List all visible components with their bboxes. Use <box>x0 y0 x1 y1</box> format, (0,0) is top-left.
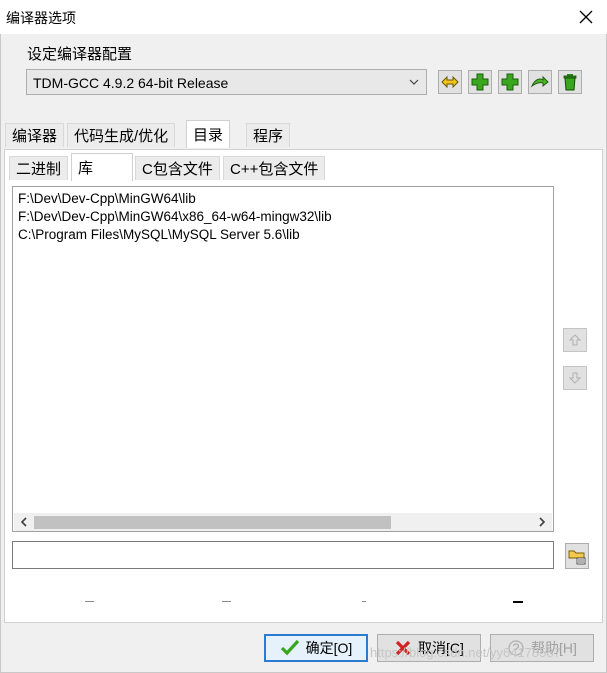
plus-icon <box>471 73 489 91</box>
subtab-c-includes[interactable]: C包含文件 <box>135 156 220 180</box>
subtab-label: C++包含文件 <box>230 161 319 178</box>
import-config-button[interactable] <box>528 70 552 94</box>
replace-button[interactable] <box>85 601 94 602</box>
copy-config-button[interactable] <box>498 70 522 94</box>
rename-icon <box>441 75 459 89</box>
watermark: https://blog.csdn.net/yy64178587 <box>370 645 561 660</box>
ok-label: 确定[O] <box>305 640 353 656</box>
tab-directories[interactable]: 目录 <box>186 120 231 148</box>
compiler-config-select[interactable]: TDM-GCC 4.9.2 64-bit Release <box>26 69 427 95</box>
subtab-label: C包含文件 <box>142 161 213 178</box>
move-down-button[interactable] <box>563 366 587 390</box>
horizontal-scrollbar[interactable] <box>14 513 552 531</box>
check-icon <box>280 639 299 656</box>
add-button[interactable] <box>222 601 231 602</box>
compiler-config-value: TDM-GCC 4.9.2 64-bit Release <box>33 75 229 91</box>
subtab-libraries[interactable]: 库 <box>71 153 133 181</box>
delete-invalid-button[interactable] <box>513 601 523 603</box>
scroll-left-icon[interactable] <box>20 517 28 527</box>
path-input[interactable] <box>12 541 554 569</box>
delete-config-button[interactable] <box>558 70 582 94</box>
ok-button[interactable]: 确定[O] <box>264 634 368 662</box>
close-button[interactable] <box>572 4 600 30</box>
list-item[interactable]: C:\Program Files\MySQL\MySQL Server 5.6\… <box>18 227 300 242</box>
tab-label: 代码生成/优化 <box>74 128 169 145</box>
list-item[interactable]: F:\Dev\Dev-Cpp\MinGW64\lib <box>18 191 196 206</box>
plus-icon <box>501 73 519 91</box>
tab-compiler[interactable]: 编译器 <box>5 123 65 147</box>
scroll-right-icon[interactable] <box>538 517 546 527</box>
config-group-label: 设定编译器配置 <box>27 46 133 63</box>
arrow-down-icon <box>568 372 582 384</box>
window-title: 编译器选项 <box>6 10 76 26</box>
chevron-down-icon <box>409 79 419 85</box>
move-up-button[interactable] <box>563 328 587 352</box>
tab-programs[interactable]: 程序 <box>246 123 291 147</box>
subtab-binaries[interactable]: 二进制 <box>9 156 69 180</box>
library-path-list[interactable]: F:\Dev\Dev-Cpp\MinGW64\lib F:\Dev\Dev-Cp… <box>12 186 554 532</box>
add-config-button[interactable] <box>468 70 492 94</box>
tab-label: 目录 <box>193 127 224 144</box>
subtab-cpp-includes[interactable]: C++包含文件 <box>223 156 326 180</box>
close-icon <box>579 10 593 24</box>
delete-button[interactable] <box>362 601 366 602</box>
arrow-right-icon <box>530 75 549 88</box>
tab-label: 编译器 <box>12 128 58 145</box>
tab-codegen[interactable]: 代码生成/优化 <box>67 123 176 147</box>
rename-config-button[interactable] <box>438 70 462 94</box>
subtab-label: 二进制 <box>16 161 62 178</box>
trash-icon <box>563 74 577 91</box>
subtab-label: 库 <box>78 160 94 177</box>
list-item[interactable]: F:\Dev\Dev-Cpp\MinGW64\x86_64-w64-mingw3… <box>18 209 332 224</box>
scrollbar-thumb[interactable] <box>34 516 391 529</box>
browse-folder-button[interactable] <box>565 543 589 569</box>
folder-icon <box>568 550 586 565</box>
tab-label: 程序 <box>253 128 284 145</box>
arrow-up-icon <box>568 334 582 346</box>
title-bar <box>0 0 607 34</box>
